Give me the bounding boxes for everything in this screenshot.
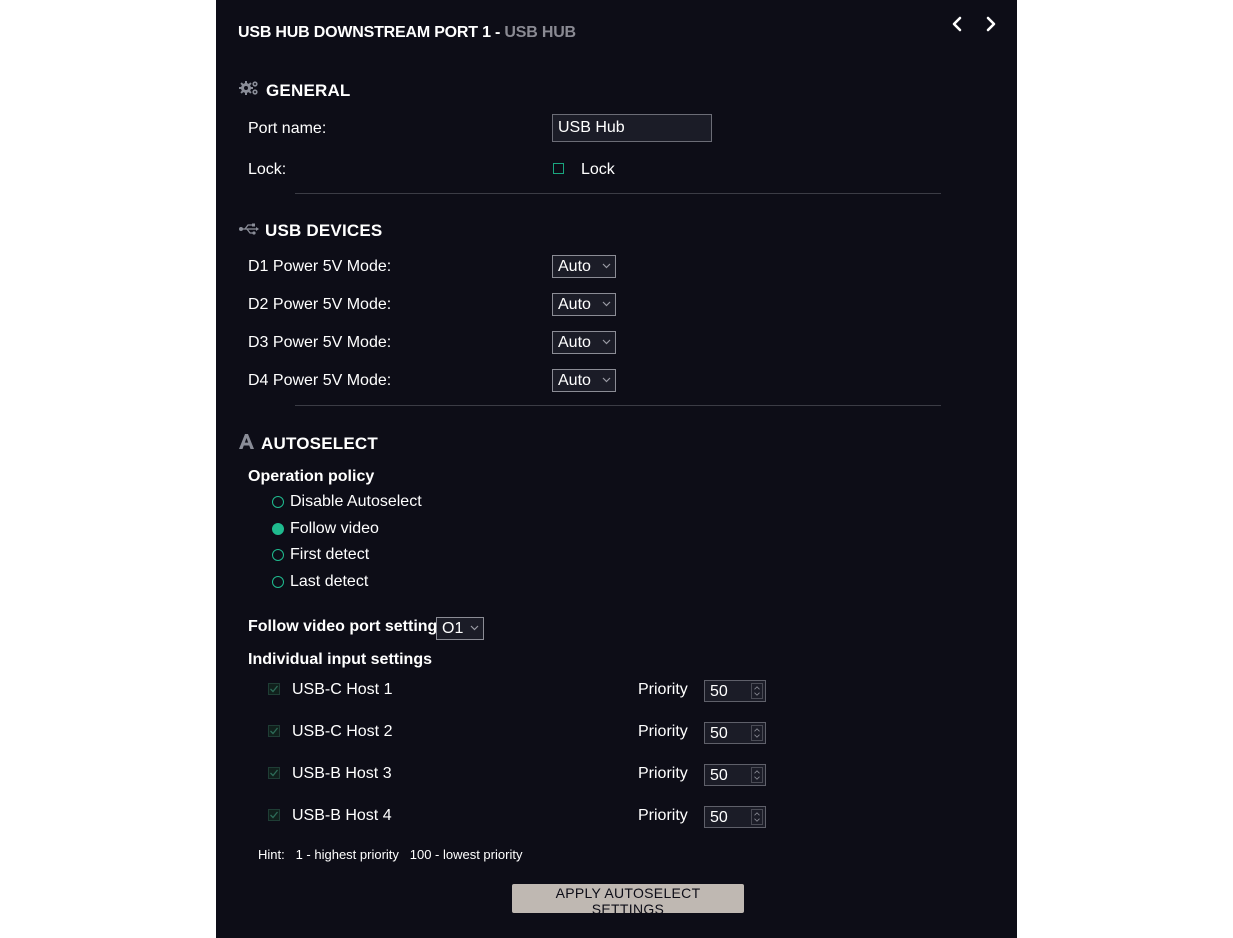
host-3-label: USB-B Host 3 xyxy=(292,765,392,782)
chevron-down-icon xyxy=(602,301,611,307)
priority-label: Priority xyxy=(638,807,688,824)
hint-label: Hint: xyxy=(258,847,285,862)
radio-button[interactable] xyxy=(272,576,284,588)
divider xyxy=(295,405,941,406)
usb-icon xyxy=(238,221,259,241)
host-1-checkbox[interactable] xyxy=(268,683,280,695)
host-2-priority-input[interactable]: 50 xyxy=(704,722,766,744)
lock-checkbox-label: Lock xyxy=(581,161,615,178)
lock-label: Lock: xyxy=(248,161,287,178)
d4-power-value: Auto xyxy=(558,372,591,389)
follow-video-port-value: O1 xyxy=(442,620,464,637)
policy-label: First detect xyxy=(290,546,370,563)
host-4-priority-value: 50 xyxy=(710,809,728,826)
chevron-down-icon xyxy=(602,377,611,383)
chevron-left-icon xyxy=(952,16,962,32)
title-main: USB HUB DOWNSTREAM PORT 1 - xyxy=(238,24,505,41)
host-2-label: USB-C Host 2 xyxy=(292,723,393,740)
host-1-label: USB-C Host 1 xyxy=(292,681,393,698)
follow-video-port-select[interactable]: O1 xyxy=(436,617,484,640)
host-3-checkbox[interactable] xyxy=(268,767,280,779)
radio-button-selected[interactable] xyxy=(272,523,284,535)
gears-icon xyxy=(238,79,260,102)
host-2-checkbox[interactable] xyxy=(268,725,280,737)
chevron-down-icon xyxy=(602,263,611,269)
priority-label: Priority xyxy=(638,723,688,740)
title-sub: USB HUB xyxy=(504,24,576,41)
port-panel: USB HUB DOWNSTREAM PORT 1 - USB HUB GENE… xyxy=(216,0,1017,938)
autoselect-heading: AUTOSELECT xyxy=(238,433,378,455)
d2-power-select[interactable]: Auto xyxy=(552,293,616,316)
priority-hint: Hint: 1 - highest priority 100 - lowest … xyxy=(258,847,522,862)
port-name-input[interactable] xyxy=(552,114,712,142)
d3-power-label: D3 Power 5V Mode: xyxy=(248,334,392,351)
spinner-arrows-icon[interactable] xyxy=(751,767,763,783)
general-heading-text: GENERAL xyxy=(266,80,351,100)
host-1-priority-value: 50 xyxy=(710,683,728,700)
host-3-priority-value: 50 xyxy=(710,767,728,784)
general-heading: GENERAL xyxy=(238,79,351,102)
policy-first-detect[interactable]: First detect xyxy=(272,546,369,564)
individual-input-settings-label: Individual input settings xyxy=(248,651,432,668)
host-4-priority-input[interactable]: 50 xyxy=(704,806,766,828)
priority-label: Priority xyxy=(638,765,688,782)
spinner-arrows-icon[interactable] xyxy=(751,725,763,741)
usb-devices-heading-text: USB DEVICES xyxy=(265,221,383,240)
d1-power-select[interactable]: Auto xyxy=(552,255,616,278)
policy-label: Follow video xyxy=(290,520,379,537)
spinner-arrows-icon[interactable] xyxy=(751,809,763,825)
autoselect-a-icon xyxy=(238,433,255,455)
d1-power-value: Auto xyxy=(558,258,591,275)
priority-label: Priority xyxy=(638,681,688,698)
d2-power-label: D2 Power 5V Mode: xyxy=(248,296,392,313)
policy-label: Disable Autoselect xyxy=(290,493,422,510)
prev-port-button[interactable] xyxy=(947,14,969,34)
policy-disable-autoselect[interactable]: Disable Autoselect xyxy=(272,493,422,511)
d2-power-value: Auto xyxy=(558,296,591,313)
policy-follow-video[interactable]: Follow video xyxy=(272,520,379,538)
host-4-label: USB-B Host 4 xyxy=(292,807,392,824)
divider xyxy=(295,193,941,194)
chevron-down-icon xyxy=(602,339,611,345)
radio-button[interactable] xyxy=(272,549,284,561)
d3-power-value: Auto xyxy=(558,334,591,351)
host-2-priority-value: 50 xyxy=(710,725,728,742)
follow-video-port-label: Follow video port setting xyxy=(248,618,438,635)
policy-last-detect[interactable]: Last detect xyxy=(272,573,368,591)
d4-power-select[interactable]: Auto xyxy=(552,369,616,392)
apply-autoselect-button[interactable]: APPLY AUTOSELECT SETTINGS xyxy=(512,884,744,917)
page-title: USB HUB DOWNSTREAM PORT 1 - USB HUB xyxy=(238,24,576,42)
lock-checkbox[interactable] xyxy=(553,163,564,174)
next-port-button[interactable] xyxy=(980,14,1002,34)
chevron-down-icon xyxy=(470,625,479,631)
d4-power-label: D4 Power 5V Mode: xyxy=(248,372,392,389)
chevron-right-icon xyxy=(986,16,996,32)
usb-devices-heading: USB DEVICES xyxy=(238,221,382,241)
operation-policy-label: Operation policy xyxy=(248,468,375,485)
host-1-priority-input[interactable]: 50 xyxy=(704,680,766,702)
port-name-label: Port name: xyxy=(248,120,327,137)
hint-text: 1 - highest priority 100 - lowest priori… xyxy=(295,847,523,862)
host-4-checkbox[interactable] xyxy=(268,809,280,821)
d3-power-select[interactable]: Auto xyxy=(552,331,616,354)
d1-power-label: D1 Power 5V Mode: xyxy=(248,258,392,275)
policy-label: Last detect xyxy=(290,573,369,590)
host-3-priority-input[interactable]: 50 xyxy=(704,764,766,786)
autoselect-heading-text: AUTOSELECT xyxy=(261,434,378,453)
spinner-arrows-icon[interactable] xyxy=(751,683,763,699)
radio-button[interactable] xyxy=(272,496,284,508)
